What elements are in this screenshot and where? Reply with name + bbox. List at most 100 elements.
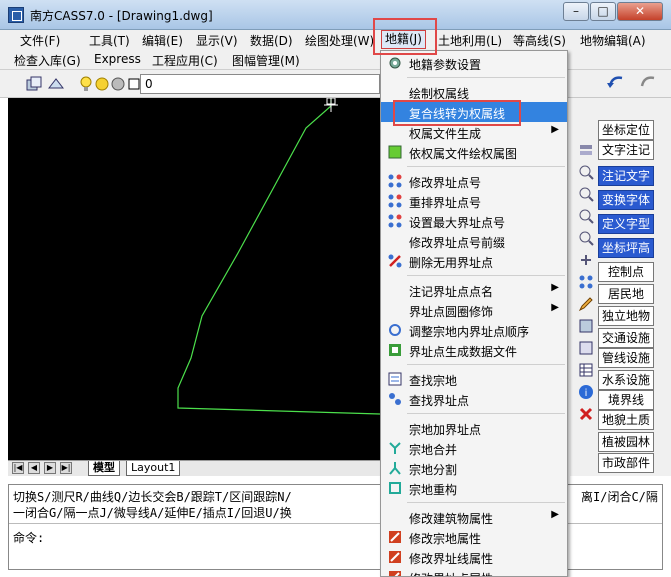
menu-edit[interactable]: 编辑(E) [142, 32, 183, 49]
pan-icon[interactable] [578, 252, 594, 268]
menu-contour[interactable]: 等高线(S) [513, 32, 566, 49]
menu-item-5[interactable]: 依权属文件绘权属图 [381, 142, 567, 162]
layers-icon[interactable] [578, 142, 594, 158]
menu-engineering[interactable]: 工程应用(C) [152, 52, 218, 69]
layers-stack-icon[interactable] [578, 340, 594, 356]
last-tab-button[interactable]: ▶| [60, 462, 72, 474]
layout-tabs: |◀ ◀ ▶ ▶| 模型 Layout1 [8, 460, 388, 476]
layer-combobox[interactable]: 0 [140, 74, 380, 94]
button-text-annotation[interactable]: 文字注记 [598, 140, 654, 160]
menu-item-3[interactable]: 复合线转为权属线 [381, 102, 567, 122]
menu-item-23[interactable]: 宗地分割 [381, 458, 567, 478]
menu-item-16[interactable]: 界址点生成数据文件 [381, 340, 567, 360]
menu-item-label: 设置最大界址点号 [409, 216, 506, 230]
menu-item-29[interactable]: 修改界址点属性 [381, 567, 567, 576]
find-points-icon [387, 391, 403, 407]
menu-item-label: 依权属文件绘权属图 [409, 147, 518, 161]
tab-model[interactable]: 模型 [88, 461, 120, 476]
pencil-icon[interactable] [578, 296, 594, 312]
button-control-points[interactable]: 控制点 [598, 262, 654, 282]
table-icon[interactable] [578, 362, 594, 378]
menu-item-19[interactable]: 查找界址点 [381, 389, 567, 409]
button-annotate-text[interactable]: 注记文字 [598, 166, 654, 186]
button-change-font[interactable]: 变换字体 [598, 190, 654, 210]
menu-item-24[interactable]: 宗地重构 [381, 478, 567, 498]
zoom-out-icon[interactable] [578, 208, 594, 224]
menu-sheet-manage[interactable]: 图幅管理(M) [232, 52, 300, 69]
menu-item-label: 界址点生成数据文件 [409, 345, 518, 359]
menu-item-label: 宗地合并 [409, 443, 458, 457]
menu-item-9[interactable]: 设置最大界址点号 [381, 211, 567, 231]
menu-data[interactable]: 数据(D) [250, 32, 293, 49]
close-button[interactable]: ✕ [617, 2, 663, 21]
info-icon[interactable]: i [578, 384, 594, 400]
menu-express[interactable]: Express [94, 52, 141, 66]
right-tool-panel: i 坐标定位 文字注记 注记文字 变换字体 定义字型 坐标坪高 控制点 居民地 … [570, 98, 671, 476]
button-boundary[interactable]: 境界线 [598, 390, 654, 410]
button-coord-height[interactable]: 坐标坪高 [598, 238, 654, 258]
button-residential[interactable]: 居民地 [598, 284, 654, 304]
menu-landuse[interactable]: 土地利用(L) [438, 32, 502, 49]
zoom-icon[interactable] [578, 164, 594, 180]
button-vegetation[interactable]: 植被园林 [598, 432, 654, 452]
layer-manager-icon[interactable] [26, 76, 42, 92]
button-municipal[interactable]: 市政部件 [598, 453, 654, 473]
button-water[interactable]: 水系设施 [598, 370, 654, 390]
maximize-button[interactable]: □ [590, 2, 616, 21]
delete-icon[interactable] [578, 406, 594, 422]
button-independent-feature[interactable]: 独立地物 [598, 306, 654, 326]
menu-item-14[interactable]: 界址点圆圈修饰 ▶ [381, 300, 567, 320]
next-tab-button[interactable]: ▶ [44, 462, 56, 474]
menu-item-label: 修改界址线属性 [409, 552, 494, 566]
menu-file[interactable]: 文件(F) [20, 32, 60, 49]
grid-icon[interactable] [578, 318, 594, 334]
command-prompt[interactable]: 命令: [13, 529, 44, 546]
merge-icon [387, 440, 403, 456]
prev-tab-button[interactable]: ◀ [28, 462, 40, 474]
menu-check-import[interactable]: 检查入库(G) [14, 52, 81, 69]
menu-view[interactable]: 显示(V) [196, 32, 238, 49]
button-coord-locate[interactable]: 坐标定位 [598, 120, 654, 140]
menu-item-27[interactable]: 修改宗地属性 [381, 527, 567, 547]
minimize-button[interactable]: – [563, 2, 589, 21]
menu-item-21[interactable]: 宗地加界址点 [381, 418, 567, 438]
button-traffic[interactable]: 交通设施 [598, 328, 654, 348]
menu-draw[interactable]: 绘图处理(W) [305, 32, 374, 49]
menu-item-22[interactable]: 宗地合并 [381, 438, 567, 458]
button-pipeline[interactable]: 管线设施 [598, 348, 654, 368]
zoom-window-icon[interactable] [578, 186, 594, 202]
layer-state-icon[interactable] [48, 76, 64, 92]
menu-item-7[interactable]: 修改界址点号 [381, 171, 567, 191]
menu-item-10[interactable]: 修改界址点号前缀 [381, 231, 567, 251]
menu-feature-edit[interactable]: 地物编辑(A) [580, 32, 646, 49]
menu-item-4[interactable]: 权属文件生成 ▶ [381, 122, 567, 142]
menu-item-13[interactable]: 注记界址点点名 ▶ [381, 280, 567, 300]
menu-item-11[interactable]: 删除无用界址点 [381, 251, 567, 271]
menu-tools[interactable]: 工具(T) [89, 32, 130, 49]
menu-item-2[interactable]: 绘制权属线 [381, 82, 567, 102]
secondary-menubar: 检查入库(G) Express 工程应用(C) 图幅管理(M) – ▫ ✕ [0, 50, 671, 119]
cycle-icon [387, 322, 403, 338]
menu-cadastre[interactable]: 地籍(J) [381, 30, 426, 49]
menu-separator [407, 413, 565, 414]
button-define-font[interactable]: 定义字型 [598, 214, 654, 234]
command-history-line1: 切换S/测尺R/曲线Q/边长交会B/跟踪T/区间跟踪N/ [13, 490, 292, 504]
delete-points-icon [387, 253, 403, 269]
tab-layout1[interactable]: Layout1 [126, 461, 181, 476]
redo-icon [640, 76, 655, 87]
drawing-canvas[interactable] [8, 98, 388, 460]
menu-item-28[interactable]: 修改界址线属性 [381, 547, 567, 567]
menu-item-18[interactable]: 查找宗地 [381, 369, 567, 389]
menu-item-label: 复合线转为权属线 [409, 107, 506, 121]
button-landform[interactable]: 地貌土质 [598, 410, 654, 430]
points-tool-icon[interactable] [578, 274, 594, 290]
menu-item-0[interactable]: 地籍参数设置 [381, 53, 567, 73]
menu-item-label: 重排界址点号 [409, 196, 482, 210]
first-tab-button[interactable]: |◀ [12, 462, 24, 474]
zoom-prev-icon[interactable] [578, 230, 594, 246]
undo-redo-icons [607, 76, 655, 88]
menu-item-26[interactable]: 修改建筑物属性 ▶ [381, 507, 567, 527]
boundary-polyline [177, 98, 381, 415]
menu-item-8[interactable]: 重排界址点号 [381, 191, 567, 211]
menu-item-15[interactable]: 调整宗地内界址点顺序 [381, 320, 567, 340]
